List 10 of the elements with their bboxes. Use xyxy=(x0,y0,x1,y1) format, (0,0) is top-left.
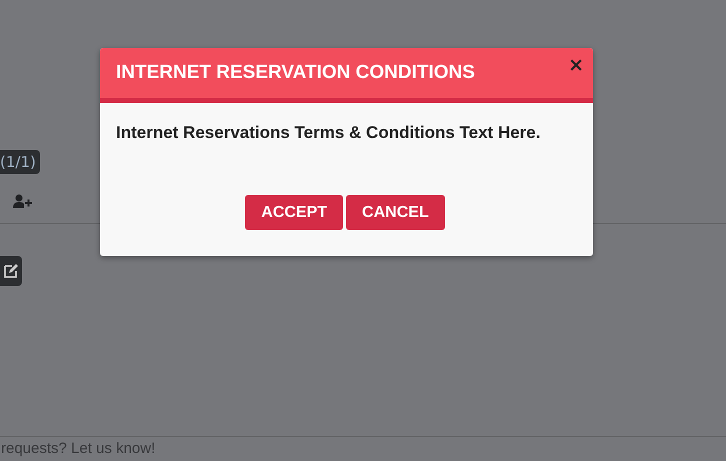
close-button[interactable]: × xyxy=(568,54,584,76)
footer-text: requests? Let us know! xyxy=(0,436,726,461)
add-user-icon[interactable] xyxy=(13,194,33,208)
edit-icon xyxy=(3,263,19,279)
edit-button[interactable] xyxy=(0,256,22,286)
dialog-title: INTERNET RESERVATION CONDITIONS xyxy=(116,62,475,84)
count-badge: (1/1) xyxy=(0,150,40,174)
dialog-message: Internet Reservations Terms & Conditions Text Here. xyxy=(116,123,542,143)
cancel-button[interactable]: CANCEL xyxy=(346,195,445,230)
accept-button[interactable]: ACCEPT xyxy=(245,195,344,230)
